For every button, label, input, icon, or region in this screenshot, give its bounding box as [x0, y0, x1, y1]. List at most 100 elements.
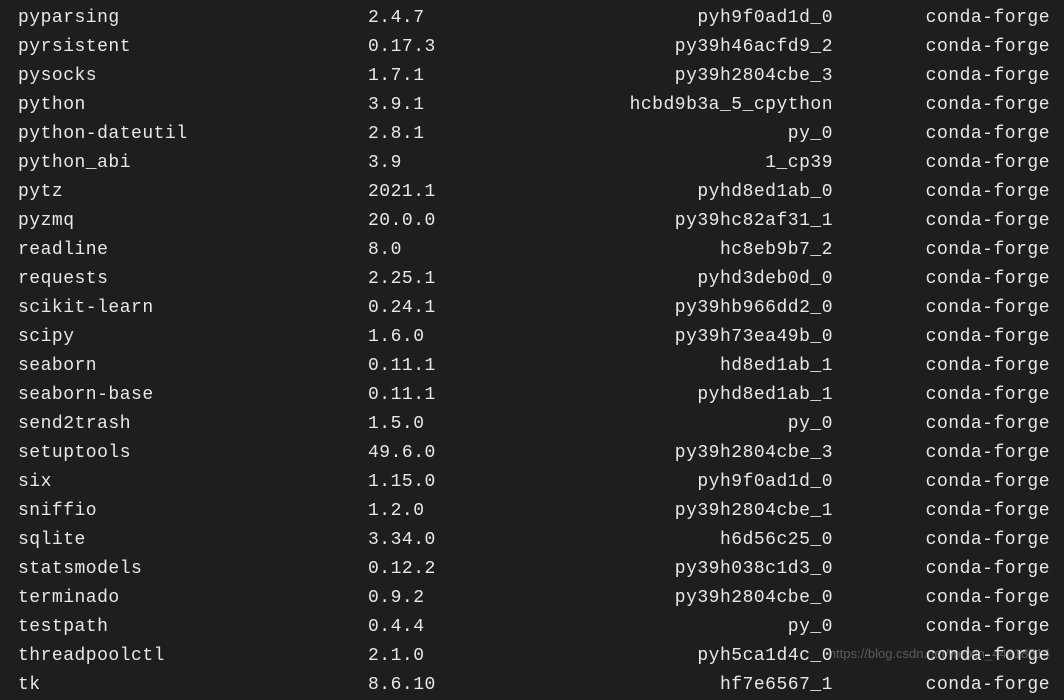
- package-row: python-dateutil2.8.1py_0conda-forge: [18, 120, 1064, 149]
- package-build: py39h46acfd9_2: [488, 33, 833, 62]
- package-channel: conda-forge: [833, 294, 1064, 323]
- package-build: py_0: [488, 410, 833, 439]
- package-name: pysocks: [18, 62, 368, 91]
- package-channel: conda-forge: [833, 91, 1064, 120]
- package-channel: conda-forge: [833, 236, 1064, 265]
- package-row: pyparsing2.4.7pyh9f0ad1d_0conda-forge: [18, 4, 1064, 33]
- package-channel: conda-forge: [833, 149, 1064, 178]
- package-build: pyhd8ed1ab_1: [488, 381, 833, 410]
- package-row: pysocks1.7.1py39h2804cbe_3conda-forge: [18, 62, 1064, 91]
- package-version: 20.0.0: [368, 207, 488, 236]
- package-row: terminado0.9.2py39h2804cbe_0conda-forge: [18, 584, 1064, 613]
- package-row: seaborn0.11.1hd8ed1ab_1conda-forge: [18, 352, 1064, 381]
- package-name: statsmodels: [18, 555, 368, 584]
- package-version: 2021.1: [368, 178, 488, 207]
- package-row: scikit-learn0.24.1py39hb966dd2_0conda-fo…: [18, 294, 1064, 323]
- package-version: 1.7.1: [368, 62, 488, 91]
- package-row: pytz2021.1pyhd8ed1ab_0conda-forge: [18, 178, 1064, 207]
- package-channel: conda-forge: [833, 62, 1064, 91]
- package-name: tk: [18, 671, 368, 700]
- package-channel: conda-forge: [833, 4, 1064, 33]
- package-channel: conda-forge: [833, 207, 1064, 236]
- package-name: python: [18, 91, 368, 120]
- package-build: py_0: [488, 613, 833, 642]
- package-name: scipy: [18, 323, 368, 352]
- package-version: 8.6.10: [368, 671, 488, 700]
- package-name: python-dateutil: [18, 120, 368, 149]
- package-build: py39hb966dd2_0: [488, 294, 833, 323]
- package-version: 1.6.0: [368, 323, 488, 352]
- package-name: requests: [18, 265, 368, 294]
- package-build: pyhd8ed1ab_0: [488, 178, 833, 207]
- package-name: readline: [18, 236, 368, 265]
- package-row: sqlite3.34.0h6d56c25_0conda-forge: [18, 526, 1064, 555]
- package-channel: conda-forge: [833, 265, 1064, 294]
- package-name: sniffio: [18, 497, 368, 526]
- package-row: python_abi3.91_cp39conda-forge: [18, 149, 1064, 178]
- package-version: 0.11.1: [368, 352, 488, 381]
- package-channel: conda-forge: [833, 468, 1064, 497]
- package-channel: conda-forge: [833, 120, 1064, 149]
- package-build: py39h2804cbe_3: [488, 62, 833, 91]
- package-name: sqlite: [18, 526, 368, 555]
- package-row: sniffio1.2.0py39h2804cbe_1conda-forge: [18, 497, 1064, 526]
- package-name: seaborn: [18, 352, 368, 381]
- package-build: py39h2804cbe_1: [488, 497, 833, 526]
- package-name: pyparsing: [18, 4, 368, 33]
- package-build: hc8eb9b7_2: [488, 236, 833, 265]
- package-build: pyh9f0ad1d_0: [488, 4, 833, 33]
- package-name: terminado: [18, 584, 368, 613]
- package-channel: conda-forge: [833, 323, 1064, 352]
- package-name: seaborn-base: [18, 381, 368, 410]
- package-row: pyzmq20.0.0py39hc82af31_1conda-forge: [18, 207, 1064, 236]
- package-row: pyrsistent0.17.3py39h46acfd9_2conda-forg…: [18, 33, 1064, 62]
- package-row: tk8.6.10hf7e6567_1conda-forge: [18, 671, 1064, 700]
- package-version: 0.9.2: [368, 584, 488, 613]
- package-channel: conda-forge: [833, 555, 1064, 584]
- package-name: testpath: [18, 613, 368, 642]
- package-row: requests2.25.1pyhd3deb0d_0conda-forge: [18, 265, 1064, 294]
- package-name: setuptools: [18, 439, 368, 468]
- package-version: 0.17.3: [368, 33, 488, 62]
- package-row: statsmodels0.12.2py39h038c1d3_0conda-for…: [18, 555, 1064, 584]
- package-channel: conda-forge: [833, 381, 1064, 410]
- package-name: pytz: [18, 178, 368, 207]
- package-row: testpath0.4.4py_0conda-forge: [18, 613, 1064, 642]
- package-row: seaborn-base0.11.1pyhd8ed1ab_1conda-forg…: [18, 381, 1064, 410]
- watermark-text: https://blog.csdn.net/weixin_44818514: [829, 639, 1050, 668]
- package-build: py39h038c1d3_0: [488, 555, 833, 584]
- package-row: setuptools49.6.0py39h2804cbe_3conda-forg…: [18, 439, 1064, 468]
- package-build: py39h2804cbe_0: [488, 584, 833, 613]
- package-build: h6d56c25_0: [488, 526, 833, 555]
- package-name: scikit-learn: [18, 294, 368, 323]
- package-row: scipy1.6.0py39h73ea49b_0conda-forge: [18, 323, 1064, 352]
- package-build: py39h73ea49b_0: [488, 323, 833, 352]
- package-build: pyh9f0ad1d_0: [488, 468, 833, 497]
- package-version: 3.34.0: [368, 526, 488, 555]
- package-version: 2.4.7: [368, 4, 488, 33]
- package-build: hd8ed1ab_1: [488, 352, 833, 381]
- package-channel: conda-forge: [833, 33, 1064, 62]
- package-name: six: [18, 468, 368, 497]
- package-version: 0.11.1: [368, 381, 488, 410]
- package-version: 2.1.0: [368, 642, 488, 671]
- package-build: hf7e6567_1: [488, 671, 833, 700]
- package-channel: conda-forge: [833, 178, 1064, 207]
- package-channel: conda-forge: [833, 613, 1064, 642]
- package-version: 2.8.1: [368, 120, 488, 149]
- package-version: 0.24.1: [368, 294, 488, 323]
- package-name: send2trash: [18, 410, 368, 439]
- package-channel: conda-forge: [833, 584, 1064, 613]
- package-row: readline8.0hc8eb9b7_2conda-forge: [18, 236, 1064, 265]
- package-row: six1.15.0pyh9f0ad1d_0conda-forge: [18, 468, 1064, 497]
- package-version: 1.2.0: [368, 497, 488, 526]
- package-build: py_0: [488, 120, 833, 149]
- package-name: threadpoolctl: [18, 642, 368, 671]
- package-row: python3.9.1hcbd9b3a_5_cpythonconda-forge: [18, 91, 1064, 120]
- package-list: pyparsing2.4.7pyh9f0ad1d_0conda-forgepyr…: [18, 4, 1064, 700]
- package-version: 49.6.0: [368, 439, 488, 468]
- package-build: py39h2804cbe_3: [488, 439, 833, 468]
- package-row: send2trash1.5.0py_0conda-forge: [18, 410, 1064, 439]
- package-name: pyzmq: [18, 207, 368, 236]
- package-channel: conda-forge: [833, 410, 1064, 439]
